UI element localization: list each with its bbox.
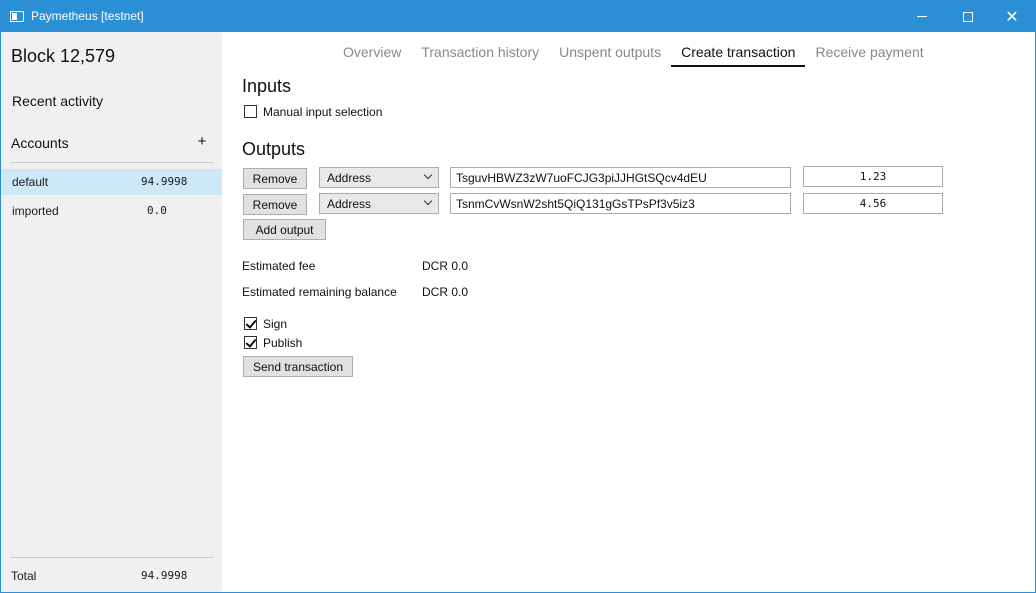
divider: [11, 557, 213, 558]
account-item-default[interactable]: default 94.9998: [1, 169, 222, 195]
app-window: Paymetheus [testnet] ✕ Block 12,579 Rece…: [0, 0, 1036, 593]
close-icon: ✕: [1005, 6, 1019, 26]
sidebar: Block 12,579 Recent activity Accounts + …: [1, 32, 222, 592]
add-account-icon[interactable]: +: [195, 133, 209, 150]
remove-output-button[interactable]: Remove: [243, 194, 307, 215]
title-bar[interactable]: Paymetheus [testnet] ✕: [1, 1, 1035, 32]
tab-overview[interactable]: Overview: [333, 44, 411, 66]
maximize-button[interactable]: [945, 1, 991, 32]
output-type-select[interactable]: Address: [319, 167, 439, 188]
output-type-value: Address: [327, 171, 372, 185]
recent-activity-link[interactable]: Recent activity: [12, 93, 103, 109]
minimize-button[interactable]: [899, 1, 945, 32]
output-address-input[interactable]: TsguvHBWZ3zW7uoFCJG3piJJHGtSQcv4dEU: [450, 167, 791, 188]
output-address-input[interactable]: TsnmCvWsnW2sht5QiQ131gGsTPsPf3v5iz3: [450, 193, 791, 214]
output-type-value: Address: [327, 197, 372, 211]
output-amount-input[interactable]: 1.23: [803, 166, 943, 187]
remaining-balance-value: DCR 0.0: [422, 285, 469, 299]
maximize-icon: [963, 11, 973, 22]
close-button[interactable]: ✕: [989, 1, 1035, 32]
output-type-select[interactable]: Address: [319, 193, 439, 214]
account-name: imported: [12, 204, 59, 218]
account-item-imported[interactable]: imported 0.0: [1, 198, 222, 224]
sign-checkbox[interactable]: [244, 317, 257, 330]
tab-create-transaction[interactable]: Create transaction: [671, 44, 806, 67]
send-transaction-button[interactable]: Send transaction: [243, 356, 353, 377]
accounts-header: Accounts: [11, 135, 69, 151]
total-label: Total: [11, 569, 37, 583]
tab-unspent-outputs[interactable]: Unspent outputs: [549, 44, 671, 66]
account-name: default: [12, 175, 49, 189]
total-value: 94.9998: [141, 569, 188, 582]
publish-checkbox[interactable]: [244, 336, 257, 349]
divider: [11, 162, 213, 163]
manual-input-selection-label: Manual input selection: [263, 105, 383, 119]
account-balance: 94.9998: [141, 175, 188, 188]
block-height: Block 12,579: [11, 46, 116, 66]
publish-label: Publish: [263, 336, 303, 350]
output-amount-input[interactable]: 4.56: [803, 193, 943, 214]
add-output-button[interactable]: Add output: [243, 219, 326, 240]
minimize-icon: [917, 16, 927, 17]
inputs-heading: Inputs: [242, 76, 292, 96]
app-window-icon: [10, 11, 24, 22]
remaining-balance-label: Estimated remaining balance: [242, 285, 397, 299]
estimated-fee-value: DCR 0.0: [422, 259, 469, 273]
estimated-fee-label: Estimated fee: [242, 259, 316, 273]
window-title: Paymetheus [testnet]: [31, 9, 144, 23]
chevron-down-icon: [423, 196, 433, 206]
tab-bar: Overview Transaction history Unspent out…: [333, 44, 934, 67]
tab-transaction-history[interactable]: Transaction history: [411, 44, 549, 66]
outputs-heading: Outputs: [242, 139, 306, 159]
chevron-down-icon: [423, 170, 433, 180]
sign-label: Sign: [263, 317, 288, 331]
remove-output-button[interactable]: Remove: [243, 168, 307, 189]
tab-receive-payment[interactable]: Receive payment: [805, 44, 933, 66]
account-balance: 0.0: [147, 204, 167, 217]
manual-input-selection-checkbox[interactable]: [244, 105, 257, 118]
